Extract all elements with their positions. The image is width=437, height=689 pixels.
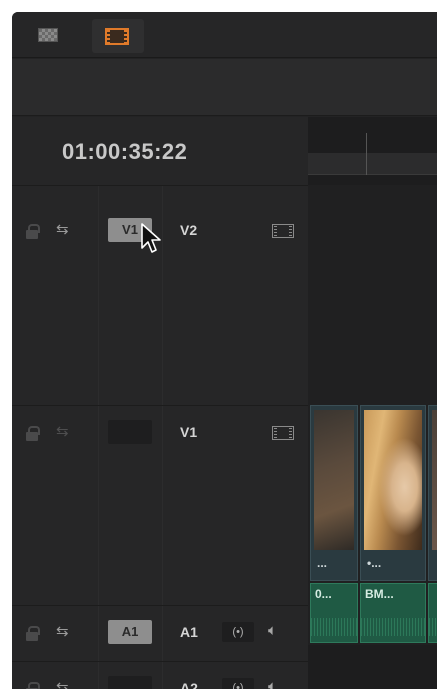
lock-icon[interactable] — [26, 426, 40, 441]
toolbar — [12, 12, 437, 58]
toolbar-secondary — [12, 59, 437, 116]
clip-label: 0... — [315, 587, 332, 601]
filmstrip-icon — [105, 28, 129, 45]
video-clip[interactable] — [428, 405, 437, 581]
track-header-a1: ⇆ A1 A1 (•) 🔈︎ — [12, 605, 308, 661]
checkerboard-icon — [38, 28, 58, 42]
clip-thumbnail — [314, 410, 354, 550]
auto-select-icon[interactable]: ⇆ — [56, 222, 69, 237]
track-header-a2: ⇆ A2 (•) 🔈︎ — [12, 661, 308, 689]
ruler-band — [308, 153, 437, 175]
track-headers: ⇆ V1 V2 ⇆ V1 ⇆ A1 A1 (•) 🔈︎ ⇆ A2 (•) 🔈︎ — [12, 185, 308, 689]
clip-label: BM... — [365, 587, 394, 601]
auto-select-icon[interactable]: ⇆ — [56, 624, 69, 639]
edit-page: 01:00:35:22 ⇆ V1 V2 ⇆ V1 ⇆ A1 A1 (•) 🔈︎ … — [12, 12, 437, 689]
speaker-icon[interactable]: 🔈︎ — [268, 678, 277, 689]
source-patch-button[interactable] — [108, 676, 152, 689]
track-header-v2: ⇆ V1 V2 — [12, 185, 308, 405]
clip-thumbnail — [432, 410, 437, 550]
audio-clip[interactable]: 0... — [310, 583, 358, 643]
lock-icon[interactable] — [26, 224, 40, 239]
audio-clip[interactable] — [428, 583, 437, 643]
audio-waveform — [311, 618, 357, 636]
clip-label: •... — [367, 556, 382, 570]
timecode-panel: 01:00:35:22 — [12, 117, 308, 185]
ruler-tick — [366, 133, 367, 175]
disable-video-track-icon[interactable] — [272, 224, 294, 238]
video-clip[interactable]: •... — [360, 405, 426, 581]
speaker-icon[interactable]: 🔈︎ — [268, 622, 277, 639]
track-lane-a2[interactable] — [308, 645, 437, 689]
audio-clip[interactable]: BM... — [360, 583, 426, 643]
timecode-display[interactable]: 01:00:35:22 — [62, 139, 187, 165]
clip-label: ... — [317, 556, 328, 570]
track-name: V2 — [180, 222, 198, 238]
disable-video-track-icon[interactable] — [272, 426, 294, 440]
clip-thumbnail — [364, 410, 422, 550]
toolbar-button-filmstrip[interactable] — [92, 19, 144, 53]
track-name: A1 — [180, 624, 198, 640]
track-name: A2 — [180, 680, 198, 689]
lock-icon[interactable] — [26, 626, 40, 641]
solo-button[interactable]: (•) — [222, 622, 254, 642]
source-patch-button[interactable] — [108, 420, 152, 444]
solo-button[interactable]: (•) — [222, 678, 254, 689]
source-patch-button[interactable]: A1 — [108, 620, 152, 644]
auto-select-icon[interactable]: ⇆ — [56, 424, 69, 439]
video-clip[interactable]: ... — [310, 405, 358, 581]
timeline-ruler[interactable] — [308, 117, 437, 185]
audio-waveform — [429, 618, 437, 636]
mouse-cursor-icon — [141, 223, 161, 253]
audio-waveform — [361, 618, 425, 636]
track-header-v1: ⇆ V1 — [12, 405, 308, 605]
toolbar-button-checkerboard[interactable] — [26, 19, 78, 53]
timeline-tracks[interactable]: ... •... 0... BM... — [308, 185, 437, 689]
auto-select-icon[interactable]: ⇆ — [56, 680, 69, 689]
track-name: V1 — [180, 424, 198, 440]
